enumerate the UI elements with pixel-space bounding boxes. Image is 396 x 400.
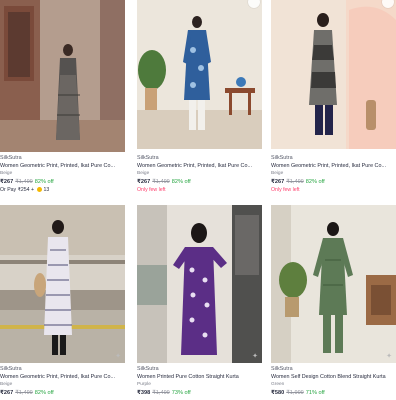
pay-with-coins-text: Or Pay ₹254 + [0,187,36,193]
product-brand: SilkSutra [0,366,22,372]
more-icon[interactable]: ✦ [252,353,258,360]
product-discount: 71% off [305,390,325,396]
product-mrp: ₹1,499 [286,179,304,185]
product-brand: SilkSutra [271,155,293,161]
product-price-row: ₹267 ₹1,499 82% off [0,389,125,397]
product-grid: SilkSutra Women Geometric Print, Printed… [0,0,396,400]
stock-warning: Only few left [137,187,166,193]
coin-icon [37,186,43,192]
product-mrp: ₹1,499 [15,179,33,185]
product-info: SilkSutra Women Geometric Print, Printed… [0,155,125,194]
product-price-row: ₹398 ₹1,499 73% off [137,389,262,397]
product-card[interactable]: ✦ SilkSutra Women Geometric Print, Print… [0,203,125,400]
product-info: SilkSutra Women Geometric Print, Printed… [137,155,262,194]
product-discount: 82% off [305,179,325,185]
product-color: Beige [137,171,150,176]
product-card[interactable]: SilkSutra Women Geometric Print, Printed… [0,0,125,203]
product-discount: 82% off [34,390,54,396]
product-card[interactable]: ✦ SilkSutra Women Printed Pure Cotton St… [137,203,262,400]
product-title[interactable]: Women Geometric Print, Printed, Ikat Pur… [0,373,125,381]
product-title[interactable]: Women Self Design Cotton Blend Straight … [271,373,396,381]
product-info: SilkSutra Women Geometric Print, Printed… [271,155,396,194]
product-card[interactable]: SilkSutra Women Geometric Print, Printed… [137,0,262,203]
product-color: Purple [137,382,151,387]
product-price-row: ₹267 ₹1,499 82% off [137,178,262,186]
product-mrp: ₹1,499 [152,390,170,396]
product-info: SilkSutra Women Printed Pure Cotton Stra… [137,366,262,397]
product-discount: 82% off [171,179,191,185]
product-card[interactable]: ✦ SilkSutra Women Self Design Cotton Ble… [271,203,396,400]
product-price: ₹580 [271,390,285,396]
product-image[interactable] [137,0,262,149]
product-discount: 73% off [171,390,191,396]
product-image[interactable]: ✦ [271,205,396,363]
more-icon[interactable]: ✦ [386,353,392,360]
product-price: ₹267 [0,390,14,396]
product-image[interactable]: ✦ [137,205,262,363]
more-icon[interactable]: ✦ [115,353,121,360]
product-color: Green [271,382,285,387]
product-color: Beige [0,382,13,387]
product-price: ₹267 [137,179,151,185]
product-price-row: ₹267 ₹1,499 82% off [0,178,125,186]
product-discount: 82% off [34,179,54,185]
product-color: Beige [271,171,284,176]
stock-warning: Only few left [271,187,300,193]
product-brand: SilkSutra [271,366,293,372]
product-price: ₹267 [271,179,285,185]
product-price-row: ₹267 ₹1,499 82% off [271,178,396,186]
product-info: SilkSutra Women Self Design Cotton Blend… [271,366,396,397]
product-image[interactable]: ✦ [0,205,125,363]
product-price: ₹267 [0,179,14,185]
product-price: ₹398 [137,390,151,396]
product-mrp: ₹1,499 [15,390,33,396]
product-info: SilkSutra Women Geometric Print, Printed… [0,366,125,397]
product-title[interactable]: Women Printed Pure Cotton Straight Kurta [137,373,262,381]
product-mrp: ₹1,999 [286,390,304,396]
pay-with-coins: Or Pay ₹254 + 13 [0,186,125,194]
product-brand: SilkSutra [137,366,159,372]
product-color: Beige [0,171,13,176]
product-title[interactable]: Women Geometric Print, Printed, Ikat Pur… [0,162,125,170]
product-image[interactable] [0,0,125,152]
product-price-row: ₹580 ₹1,999 71% off [271,389,396,397]
product-brand: SilkSutra [0,155,22,161]
product-title[interactable]: Women Geometric Print, Printed, Ikat Pur… [137,162,262,170]
product-brand: SilkSutra [137,155,159,161]
product-mrp: ₹1,499 [152,179,170,185]
product-card[interactable]: SilkSutra Women Geometric Print, Printed… [271,0,396,203]
product-title[interactable]: Women Geometric Print, Printed, Ikat Pur… [271,162,396,170]
coin-count: 13 [43,187,50,193]
product-image[interactable] [271,0,396,149]
